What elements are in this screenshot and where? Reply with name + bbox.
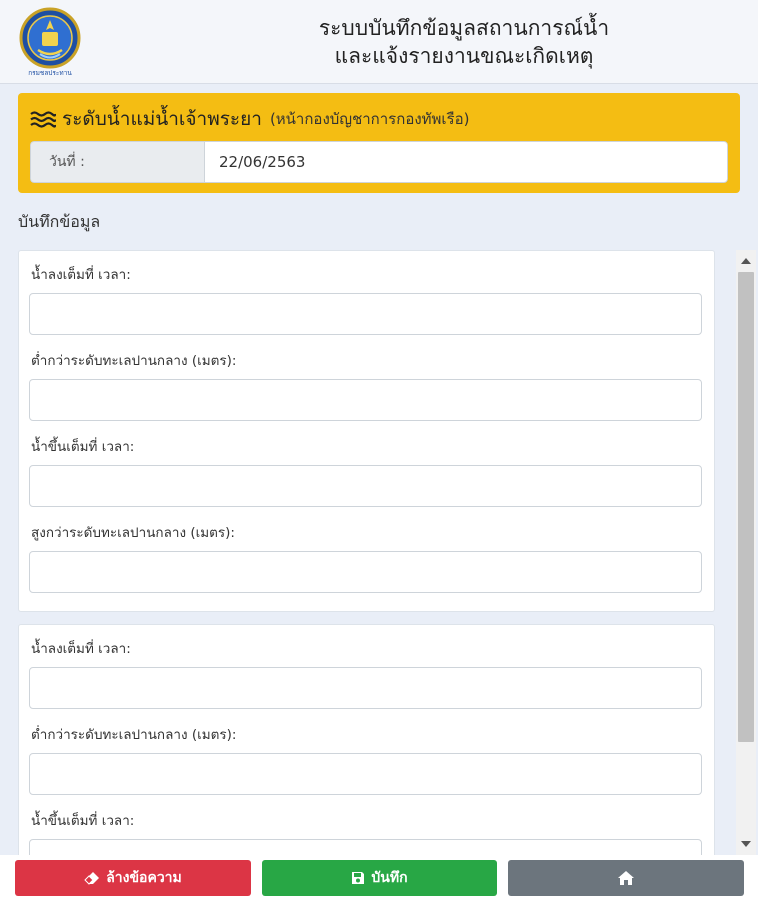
save-button[interactable]: บันทึก — [262, 860, 497, 896]
scrollbar-thumb[interactable] — [738, 272, 754, 742]
floppy-disk-icon — [351, 871, 365, 885]
water-level-panel: ระดับน้ำแม่น้ำเจ้าพระยา (หน้ากองบัญชาการ… — [18, 93, 740, 193]
field-label: สูงกว่าระดับทะเลปานกลาง (เมตร): — [31, 525, 235, 541]
field-input[interactable] — [29, 753, 702, 795]
entry-card: น้ำลงเต็มที่ เวลา: ต่ำกว่าระดับทะเลปานกลา… — [18, 624, 715, 855]
date-label: วันที่ : — [30, 141, 204, 183]
field-label: ต่ำกว่าระดับทะเลปานกลาง (เมตร): — [31, 353, 237, 369]
field-label: น้ำลงเต็มที่ เวลา: — [31, 641, 131, 657]
logo-caption: กรมชลประทาน — [28, 69, 72, 77]
panel-heading: ระดับน้ำแม่น้ำเจ้าพระยา (หน้ากองบัญชาการ… — [30, 105, 728, 133]
field-input[interactable] — [29, 465, 702, 507]
field-label: น้ำลงเต็มที่ เวลา: — [31, 267, 131, 283]
clear-button[interactable]: ล้างข้อความ — [15, 860, 251, 896]
home-icon — [617, 870, 635, 886]
form-scroll-area[interactable]: น้ำลงเต็มที่ เวลา: ต่ำกว่าระดับทะเลปานกลา… — [18, 250, 736, 855]
scroll-up-icon[interactable] — [741, 258, 751, 264]
panel-title: ระดับน้ำแม่น้ำเจ้าพระยา — [62, 108, 262, 130]
field-input[interactable] — [29, 379, 702, 421]
department-logo-icon: กรมชลประทาน — [18, 6, 82, 78]
field-input[interactable] — [29, 551, 702, 593]
scrollbar[interactable] — [736, 250, 756, 855]
page-title-line1: ระบบบันทึกข้อมูลสถานการณ์น้ำ — [318, 16, 610, 40]
panel-subtitle: (หน้ากองบัญชาการกองทัพเรือ) — [269, 110, 470, 128]
field-label: ต่ำกว่าระดับทะเลปานกลาง (เมตร): — [31, 727, 237, 743]
section-label: บันทึกข้อมูล — [18, 212, 101, 231]
action-bar: ล้างข้อความ บันทึก — [0, 855, 758, 900]
water-waves-icon — [30, 110, 57, 128]
entry-card: น้ำลงเต็มที่ เวลา: ต่ำกว่าระดับทะเลปานกลา… — [18, 250, 715, 612]
home-button[interactable] — [508, 860, 744, 896]
page-title: ระบบบันทึกข้อมูลสถานการณ์น้ำ และแจ้งรายง… — [170, 14, 758, 70]
app-header: กรมชลประทาน ระบบบันทึกข้อมูลสถานการณ์น้ำ… — [0, 0, 758, 84]
page-title-line2: และแจ้งรายงานขณะเกิดเหตุ — [334, 44, 594, 68]
field-label: น้ำขึ้นเต็มที่ เวลา: — [31, 813, 135, 829]
clear-button-label: ล้างข้อความ — [106, 870, 182, 886]
save-button-label: บันทึก — [371, 870, 408, 886]
date-input-group: วันที่ : 22/06/2563 — [30, 141, 728, 183]
eraser-icon — [84, 871, 100, 885]
field-input[interactable] — [29, 293, 702, 335]
date-field[interactable]: 22/06/2563 — [204, 141, 728, 183]
field-input[interactable] — [29, 667, 702, 709]
scroll-down-icon[interactable] — [741, 841, 751, 847]
field-input[interactable] — [29, 839, 702, 855]
field-label: น้ำขึ้นเต็มที่ เวลา: — [31, 439, 135, 455]
